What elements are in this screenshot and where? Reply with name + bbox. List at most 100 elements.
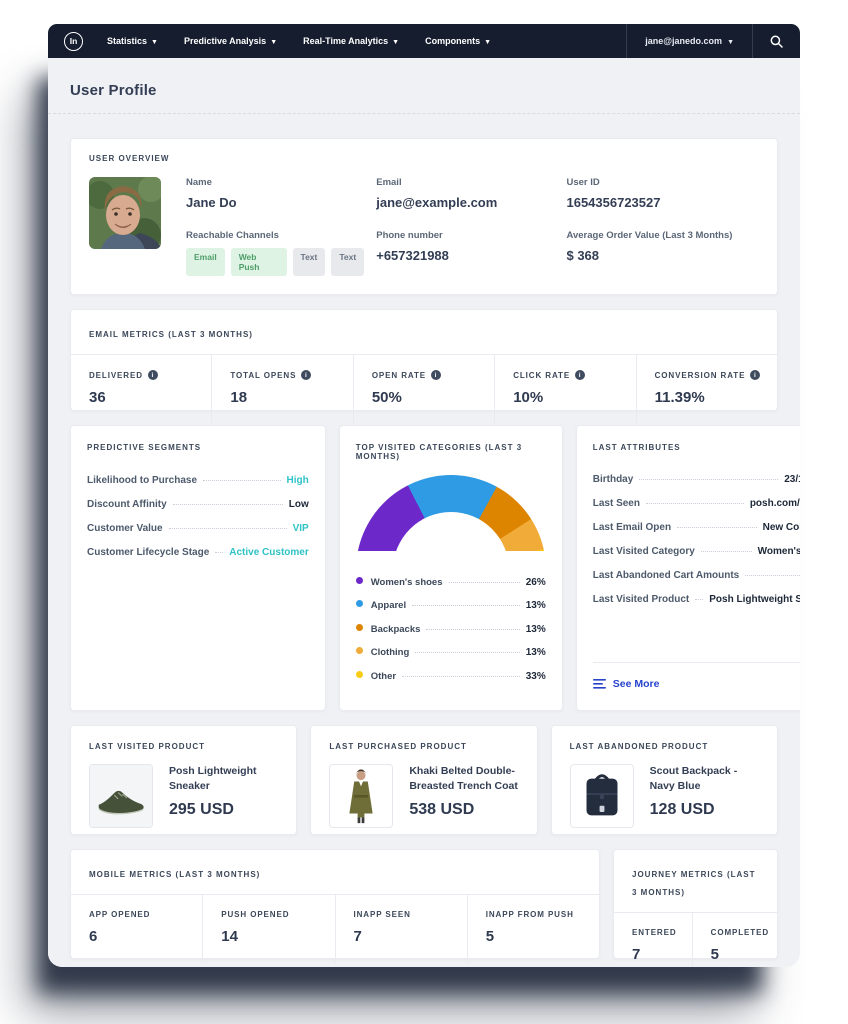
legend-item: Apparel 13% (356, 600, 546, 611)
legend-bullet (356, 647, 363, 654)
page-title: User Profile (70, 58, 778, 113)
legend-item: Other 33% (356, 671, 546, 682)
chevron-down-icon: ▼ (151, 39, 158, 46)
last-abandoned-product-card: LAST ABANDONED PRODUCT Scout B (551, 725, 778, 835)
insider-logo[interactable]: In (64, 32, 83, 51)
metric-open-rate: OPEN RATEi 50% (354, 355, 495, 424)
backpack-image (570, 764, 634, 828)
attribute-row: Last Email Open New Collection (593, 522, 800, 533)
section-label: MOBILE METRICS (LAST 3 MONTHS) (89, 870, 260, 879)
metric-inapp-from-push: INAPP FROM PUSH 5 (468, 895, 599, 963)
attribute-row: Last Seen posh.com/women (593, 498, 800, 509)
legend-item: Backpacks 13% (356, 624, 546, 635)
chevron-down-icon: ▼ (727, 39, 734, 46)
list-icon (593, 679, 606, 689)
segment-row: Customer Lifecycle Stage Active Customer (87, 547, 309, 558)
email-metrics-card: EMAIL METRICS (LAST 3 MONTHS) DELIVEREDi… (70, 309, 778, 411)
dotted-leader (215, 552, 223, 553)
channel-badge: Text (293, 248, 326, 276)
gauge-legend: Women's shoes 26% Apparel 13% Backpacks (356, 577, 546, 695)
product-name: Scout Backpack - Navy Blue (650, 764, 759, 794)
legend-item: Clothing 13% (356, 647, 546, 658)
legend-item: Women's shoes 26% (356, 577, 546, 588)
info-icon[interactable]: i (575, 370, 585, 380)
metric-app-opened: APP OPENED 6 (71, 895, 203, 963)
segment-row: Customer Value VIP (87, 523, 309, 534)
journey-metrics-card: JOURNEY METRICS (LAST 3 MONTHS) ENTERED … (613, 849, 778, 959)
section-label: EMAIL METRICS (LAST 3 MONTHS) (89, 330, 253, 339)
channel-badge: Web Push (231, 248, 287, 276)
categories-gauge-chart (356, 475, 546, 551)
metric-completed: COMPLETED 5 (693, 913, 777, 967)
see-more-link[interactable]: See More (593, 678, 660, 690)
metric-entered: ENTERED 7 (614, 913, 693, 967)
nav-item-statistics[interactable]: Statistics ▼ (107, 36, 158, 46)
metric-click-rate: CLICK RATEi 10% (495, 355, 636, 424)
info-icon[interactable]: i (301, 370, 311, 380)
info-icon[interactable]: i (431, 370, 441, 380)
chevron-down-icon: ▼ (484, 39, 491, 46)
section-label: TOP VISITED CATEGORIES (LAST 3 MONTHS) (356, 443, 546, 461)
mobile-metrics-card: MOBILE METRICS (LAST 3 MONTHS) APP OPENE… (70, 849, 600, 959)
segment-row: Discount Affinity Low (87, 499, 309, 510)
nav-item-real-time-analytics[interactable]: Real-Time Analytics ▼ (303, 36, 399, 46)
dotted-leader (402, 676, 520, 677)
field-reachable-channels: Reachable Channels Email Web Push Text T… (186, 230, 364, 276)
metric-conversion-rate: CONVERSION RATEi 11.39% (637, 355, 777, 424)
attribute-row: Birthday 23/10/1991 (593, 474, 800, 485)
attribute-row: Last Visited Category Women's Shoes (593, 546, 800, 557)
account-menu[interactable]: jane@janedo.com ▼ (626, 24, 752, 58)
attribute-row: Last Abandoned Cart Amounts $295 (593, 570, 800, 581)
product-price: 295 USD (169, 801, 278, 819)
product-price: 128 USD (650, 801, 759, 819)
legend-bullet (356, 624, 363, 631)
dotted-leader (169, 528, 287, 529)
segment-row: Likelihood to Purchase High (87, 475, 309, 486)
last-attributes-card: LAST ATTRIBUTES Birthday 23/10/1991 Last… (576, 425, 800, 711)
attribute-row: Last Visited Product Posh Lightweight Sn… (593, 594, 800, 605)
divider (48, 113, 800, 114)
field-phone: Phone number +657321988 (376, 230, 554, 276)
product-name: Khaki Belted Double-Breasted Trench Coat (409, 764, 518, 794)
section-label: LAST ABANDONED PRODUCT (570, 742, 759, 751)
nav-item-components[interactable]: Components ▼ (425, 36, 491, 46)
dotted-leader (639, 479, 778, 480)
info-icon[interactable]: i (750, 370, 760, 380)
trench-coat-image (329, 764, 393, 828)
dotted-leader (412, 605, 520, 606)
metric-push-opened: PUSH OPENED 14 (203, 895, 335, 963)
avatar (89, 177, 161, 249)
predictive-segments-card: PREDICTIVE SEGMENTS Likelihood to Purcha… (70, 425, 326, 711)
product-price: 538 USD (409, 801, 518, 819)
section-label: LAST ATTRIBUTES (593, 443, 800, 452)
metric-delivered: DELIVEREDi 36 (71, 355, 212, 424)
channel-badge: Email (186, 248, 225, 276)
field-email: Email jane@example.com (376, 177, 554, 210)
metric-inapp-seen: INAPP SEEN 7 (336, 895, 468, 963)
dotted-leader (415, 652, 519, 653)
search-button[interactable] (752, 24, 800, 58)
section-label: LAST VISITED PRODUCT (89, 742, 278, 751)
section-label: LAST PURCHASED PRODUCT (329, 742, 518, 751)
last-visited-product-card: LAST VISITED PRODUCT Posh Lightweight Sn… (70, 725, 297, 835)
section-label: JOURNEY METRICS (LAST 3 MONTHS) (632, 870, 756, 897)
app-window: In Statistics ▼ Predictive Analysis ▼ Re… (48, 24, 800, 967)
top-visited-categories-card: TOP VISITED CATEGORIES (LAST 3 MONTHS) W… (339, 425, 563, 711)
avatar-photo (89, 177, 161, 249)
section-label: USER OVERVIEW (89, 154, 759, 163)
field-name: Name Jane Do (186, 177, 364, 210)
field-average-order-value: Average Order Value (Last 3 Months) $ 36… (566, 230, 759, 276)
dotted-leader (449, 582, 520, 583)
nav-item-predictive-analysis[interactable]: Predictive Analysis ▼ (184, 36, 277, 46)
user-overview-card: USER OVERVIEW (70, 138, 778, 295)
sneaker-image (89, 764, 153, 828)
metric-total-opens: TOTAL OPENSi 18 (212, 355, 353, 424)
dotted-leader (426, 629, 519, 630)
top-navbar: In Statistics ▼ Predictive Analysis ▼ Re… (48, 24, 800, 58)
last-purchased-product-card: LAST PURCHASED PRODUCT (310, 725, 537, 835)
chevron-down-icon: ▼ (392, 39, 399, 46)
search-icon (770, 35, 783, 48)
info-icon[interactable]: i (148, 370, 158, 380)
dotted-leader (677, 527, 757, 528)
dotted-leader (646, 503, 744, 504)
